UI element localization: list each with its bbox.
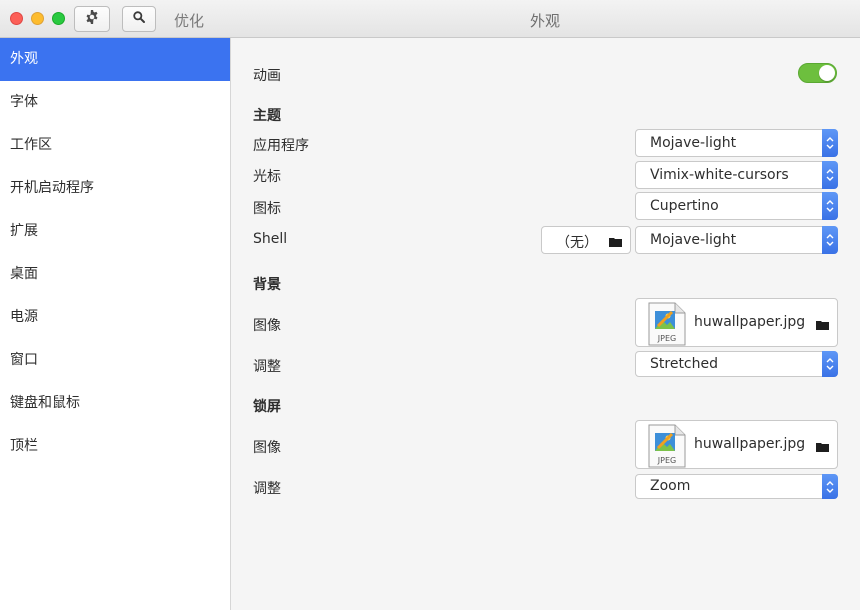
file-name: huwallpaper.jpg [694,436,806,452]
folder-icon [816,318,829,334]
animation-switch[interactable] [798,63,837,83]
background-image-label: 图像 [253,318,281,334]
folder-icon [816,440,829,456]
sidebar: 外观 字体 工作区 开机启动程序 扩展 桌面 电源 窗口 键盘和鼠标 顶栏 [0,38,231,610]
shell-file-chooser[interactable]: （无） [541,226,631,254]
sidebar-item-workspaces[interactable]: 工作区 [0,124,230,167]
themes-section-title: 主题 [253,108,281,124]
jpeg-file-icon: JPEG [648,302,686,350]
chevron-updown-icon [822,351,838,377]
sidebar-item-power[interactable]: 电源 [0,296,230,339]
cursor-label: 光标 [253,169,281,185]
sidebar-item-startup-applications[interactable]: 开机启动程序 [0,167,230,210]
window-title: 外观 [529,12,560,30]
sidebar-item-top-bar[interactable]: 顶栏 [0,425,230,468]
appearance-panel: 动画 主题 应用程序 Mojave-light 光标 Vimix-white-c… [231,38,860,610]
folder-icon [609,235,622,251]
chevron-updown-icon [822,129,838,157]
select-value: Vimix-white-cursors [650,167,789,183]
switch-knob [819,65,835,81]
icons-label: 图标 [253,201,281,217]
select-value: Mojave-light [650,135,737,151]
chevron-updown-icon [822,226,838,254]
sidebar-item-desktop[interactable]: 桌面 [0,253,230,296]
chevron-updown-icon [822,192,838,220]
shell-label: Shell [253,231,288,247]
file-chooser-value: （无） [556,235,598,251]
lockscreen-adjust-select[interactable]: Zoom [635,474,838,499]
sidebar-item-extensions[interactable]: 扩展 [0,210,230,253]
lockscreen-section-title: 锁屏 [253,399,281,415]
background-section-title: 背景 [253,277,281,293]
lockscreen-image-chooser[interactable]: JPEG huwallpaper.jpg [635,420,838,469]
select-value: Stretched [650,356,718,372]
jpeg-file-icon: JPEG [648,424,686,472]
background-image-chooser[interactable]: JPEG huwallpaper.jpg [635,298,838,347]
icons-theme-select[interactable]: Cupertino [635,192,838,220]
chevron-updown-icon [822,161,838,189]
applications-label: 应用程序 [253,138,309,154]
sidebar-item-windows[interactable]: 窗口 [0,339,230,382]
tweaks-window: 优化 外观 外观 字体 工作区 开机启动程序 扩展 桌面 电源 窗口 键盘和鼠标… [0,0,860,610]
select-value: Zoom [650,478,691,494]
file-name: huwallpaper.jpg [694,314,806,330]
select-value: Mojave-light [650,232,737,248]
select-value: Cupertino [650,198,719,214]
header-bar: 优化 外观 [0,0,860,38]
shell-theme-select[interactable]: Mojave-light [635,226,838,254]
sidebar-item-fonts[interactable]: 字体 [0,81,230,124]
file-type-text: JPEG [657,334,676,343]
sidebar-item-appearance[interactable]: 外观 [0,38,230,81]
background-adjust-label: 调整 [253,359,281,375]
lockscreen-image-label: 图像 [253,440,281,456]
background-adjust-select[interactable]: Stretched [635,351,838,377]
file-type-text: JPEG [657,456,676,465]
cursor-theme-select[interactable]: Vimix-white-cursors [635,161,838,189]
sidebar-item-keyboard-mouse[interactable]: 键盘和鼠标 [0,382,230,425]
animation-label: 动画 [253,68,281,84]
lockscreen-adjust-label: 调整 [253,481,281,497]
applications-theme-select[interactable]: Mojave-light [635,129,838,157]
chevron-updown-icon [822,474,838,499]
